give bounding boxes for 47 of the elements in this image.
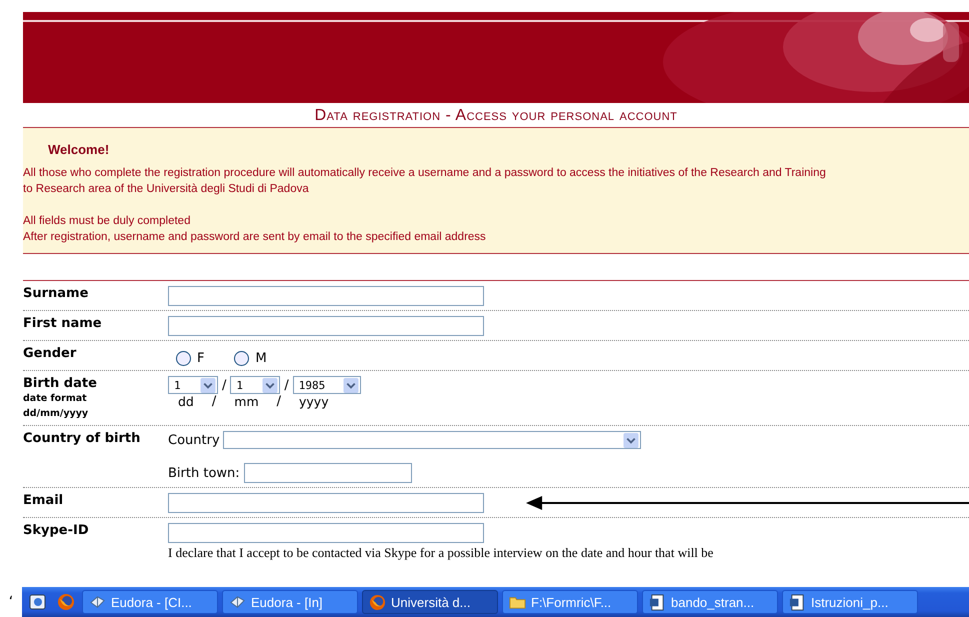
taskbar-button[interactable]: Eudora - [In] (222, 590, 358, 614)
date-caption: dd (178, 394, 194, 409)
field-label: First name (23, 316, 103, 331)
radio-label: F (197, 351, 204, 366)
input-field[interactable] (168, 523, 484, 543)
date-format-hint: dd/mm/yyyy (23, 407, 90, 421)
date-separator: / (276, 394, 282, 409)
date-format-hint: date format (23, 392, 88, 406)
date-separator: / (212, 394, 216, 409)
input-field[interactable] (168, 316, 484, 336)
page-title: Data registration - Access your personal account (314, 106, 678, 126)
welcome-text: All fields must be duly completed (23, 214, 192, 229)
document-icon (649, 594, 666, 610)
dropdown[interactable]: 1 (230, 376, 280, 394)
radio-button[interactable] (176, 351, 191, 366)
field-label: Country of birth (23, 431, 142, 446)
radio-button[interactable] (234, 351, 250, 366)
taskbar-button[interactable]: Eudora - [CI... (82, 590, 218, 614)
taskbar-button[interactable]: Istruzioni_p... (782, 590, 918, 614)
dropdown[interactable]: 1 (168, 376, 218, 394)
welcome-text: to Research area of the Università degli Studi di Padova (23, 182, 310, 197)
taskbar-button[interactable]: F:\Formric\F... (502, 590, 638, 614)
field-label: Email (23, 493, 64, 508)
field-label: Birth date (23, 376, 98, 391)
country-dropdown[interactable] (222, 431, 641, 449)
welcome-text: After registration, username and password are sent by email to the specified email address (23, 230, 487, 245)
date-separator: / (284, 378, 289, 392)
field-label: Country (168, 432, 220, 448)
document-icon (789, 594, 806, 610)
input-field[interactable] (168, 493, 484, 513)
input-field[interactable] (168, 286, 484, 306)
welcome-text: All those who complete the registration procedure will automatically receive a username and a password to access the initiatives of the Research and Training (23, 166, 827, 181)
date-caption: mm (234, 394, 259, 409)
field-label: Gender (23, 346, 78, 361)
input-field[interactable] (244, 463, 412, 483)
dropdown[interactable]: 1985 (292, 376, 361, 394)
taskbar-button[interactable]: Università d... (362, 590, 498, 614)
welcome-title: Welcome! (48, 142, 110, 157)
field-label: Skype-ID (23, 523, 90, 538)
consent-text: I declare that I accept to be contacted via Skype for a possible interview on the date and hour that will be (168, 545, 714, 561)
field-label: Surname (23, 286, 90, 301)
radio-label: M (255, 351, 267, 366)
date-caption: yyyy (299, 394, 329, 409)
field-label: Birth town: (168, 466, 240, 480)
taskbar-button[interactable]: bando_stran... (642, 590, 778, 614)
desktop-icon[interactable] (29, 593, 47, 611)
date-separator: / (222, 378, 226, 392)
